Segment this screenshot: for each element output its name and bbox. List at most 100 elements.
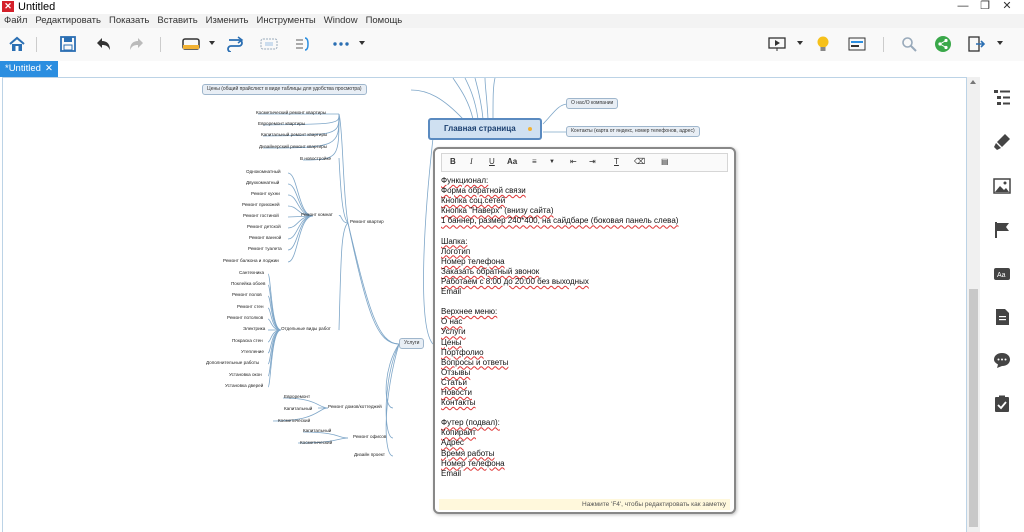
share-button[interactable]	[932, 34, 954, 54]
outline-icon	[994, 90, 1010, 105]
brainstorm-button[interactable]	[812, 34, 834, 54]
services-node[interactable]: Услуги	[399, 338, 425, 349]
menu-help[interactable]: Помощь	[362, 14, 407, 28]
list-item[interactable]: Евроремонт	[284, 394, 310, 400]
apartment-repair-node[interactable]: Ремонт квартир	[350, 219, 384, 225]
list-item[interactable]: Капитальный ремонт квартиры	[261, 132, 327, 138]
indent-increase-icon[interactable]: ⇥	[589, 157, 596, 166]
list-item[interactable]: Электрика	[243, 326, 265, 332]
marker-panel-button[interactable]	[993, 221, 1011, 239]
note-line	[441, 408, 724, 418]
menu-tools[interactable]: Инструменты	[253, 14, 320, 28]
tasks-panel-button[interactable]	[993, 395, 1011, 413]
export-button[interactable]	[966, 34, 988, 54]
list-item[interactable]: Ремонт детской	[247, 224, 281, 230]
chevron-down-icon[interactable]	[997, 41, 1003, 45]
design-node[interactable]: Дизайн проект	[354, 452, 385, 458]
format-panel-button[interactable]	[993, 133, 1011, 151]
bold-icon[interactable]: B	[450, 157, 456, 166]
list-item[interactable]: Сантехника	[239, 270, 264, 276]
boundary-button[interactable]	[258, 34, 280, 54]
summary-button[interactable]	[292, 34, 314, 54]
office-node[interactable]: Ремонт офисов	[353, 434, 386, 440]
list-item[interactable]: Установка окон	[229, 372, 262, 378]
image-panel-button[interactable]	[993, 177, 1011, 195]
outline-panel-button[interactable]	[993, 88, 1011, 106]
note-content[interactable]: Функционал: Форма обратной связи Кнопка …	[441, 176, 724, 479]
list-item[interactable]: Двухкомнатный	[246, 180, 279, 186]
list-item[interactable]: Косметический	[300, 440, 332, 446]
chevron-down-icon[interactable]	[209, 41, 215, 45]
list-item[interactable]: В новостройке	[300, 156, 331, 162]
note-line: Верхнее меню:	[441, 307, 498, 317]
list-item[interactable]: Ремонт прихожей	[242, 202, 280, 208]
note-editor[interactable]: B I U Aa ≡ ▼ ⇤ ⇥ T ⌫ ▤ Функционал: Форма…	[433, 147, 736, 514]
list-item[interactable]: Ремонт балкона и лоджии	[223, 258, 279, 264]
underline-icon[interactable]: U	[489, 157, 495, 166]
notes-panel-button[interactable]	[993, 308, 1011, 326]
text-style-icon[interactable]: T	[614, 157, 619, 166]
outliner-button[interactable]	[846, 34, 868, 54]
vertical-scrollbar[interactable]	[967, 77, 980, 532]
minimize-button[interactable]: —	[952, 0, 974, 12]
save-button[interactable]	[57, 34, 79, 54]
scrollbar-thumb[interactable]	[969, 289, 978, 527]
works-node[interactable]: Отдельные виды работ	[281, 326, 331, 332]
list-item[interactable]: Поклейка обоев	[231, 281, 265, 287]
undo-button[interactable]	[92, 34, 114, 54]
note-page-icon[interactable]: ▤	[661, 157, 669, 166]
relationship-button[interactable]	[224, 34, 246, 54]
menu-edit[interactable]: Редактировать	[31, 14, 105, 28]
clear-format-icon[interactable]: ⌫	[634, 157, 645, 166]
scroll-up-icon[interactable]	[970, 80, 976, 84]
close-window-button[interactable]: ✕	[996, 0, 1018, 12]
presentation-button[interactable]	[766, 34, 788, 54]
list-item[interactable]: Ремонт гостиной	[243, 213, 279, 219]
topic-style-button[interactable]	[180, 34, 202, 54]
label-panel-button[interactable]: Aa	[993, 265, 1011, 283]
rooms-node[interactable]: Ремонт комнат	[301, 212, 333, 218]
menu-view[interactable]: Показать	[105, 14, 153, 28]
home-button[interactable]	[6, 34, 28, 54]
list-item[interactable]: Косметический ремонт квартиры	[256, 110, 326, 116]
font-size-icon[interactable]: Aa	[507, 157, 517, 166]
list-item[interactable]: Ремонт стен	[237, 304, 264, 310]
list-item[interactable]: Покраска стен	[232, 338, 263, 344]
list-item[interactable]: Ремонт туалета	[248, 246, 282, 252]
more-button[interactable]	[330, 34, 352, 54]
search-button[interactable]	[898, 34, 920, 54]
chevron-down-icon[interactable]	[359, 41, 365, 45]
about-node[interactable]: О нас/О компании	[566, 98, 619, 109]
italic-icon[interactable]: I	[470, 157, 473, 166]
chevron-down-icon[interactable]: ▼	[549, 159, 555, 165]
comments-panel-button[interactable]	[993, 351, 1011, 369]
align-icon[interactable]: ≡	[532, 157, 537, 166]
list-item[interactable]: Установка дверей	[225, 383, 263, 389]
indent-decrease-icon[interactable]: ⇤	[570, 157, 577, 166]
list-item[interactable]: Ремонт кухни	[251, 191, 280, 197]
menu-insert[interactable]: Вставить	[153, 14, 201, 28]
list-item[interactable]: Ремонт потолков	[227, 315, 263, 321]
list-item[interactable]: Дизайнерский ремонт квартиры	[259, 144, 327, 150]
list-item[interactable]: Капитальный	[284, 406, 312, 412]
list-item[interactable]: Дополнительные работы	[206, 360, 259, 366]
close-icon[interactable]: ✕	[45, 61, 53, 77]
redo-button[interactable]	[126, 34, 148, 54]
list-item[interactable]: Косметический	[278, 418, 310, 424]
list-item[interactable]: Капитальный	[303, 428, 331, 434]
prices-node[interactable]: Цены (общий прайслист в виде таблицы для…	[202, 84, 367, 95]
menu-file[interactable]: Файл	[0, 14, 31, 28]
maximize-button[interactable]: ❐	[974, 0, 996, 12]
tab-untitled[interactable]: *Untitled ✕	[0, 61, 58, 77]
cottage-node[interactable]: Ремонт домов/коттеджей	[328, 404, 382, 410]
list-item[interactable]: Евроремонт квартиры	[258, 121, 305, 127]
menu-window[interactable]: Window	[320, 14, 362, 28]
list-item[interactable]: Утепление	[241, 349, 264, 355]
contacts-node[interactable]: Контакты (карта от яндекс, номер телефон…	[566, 126, 700, 137]
list-item[interactable]: Ремонт ванной	[249, 235, 281, 241]
menu-modify[interactable]: Изменить	[202, 14, 253, 28]
chevron-down-icon[interactable]	[797, 41, 803, 45]
central-topic[interactable]: Главная страница	[428, 118, 542, 140]
list-item[interactable]: Однокомнатный	[246, 169, 281, 175]
list-item[interactable]: Ремонт полов	[232, 292, 262, 298]
